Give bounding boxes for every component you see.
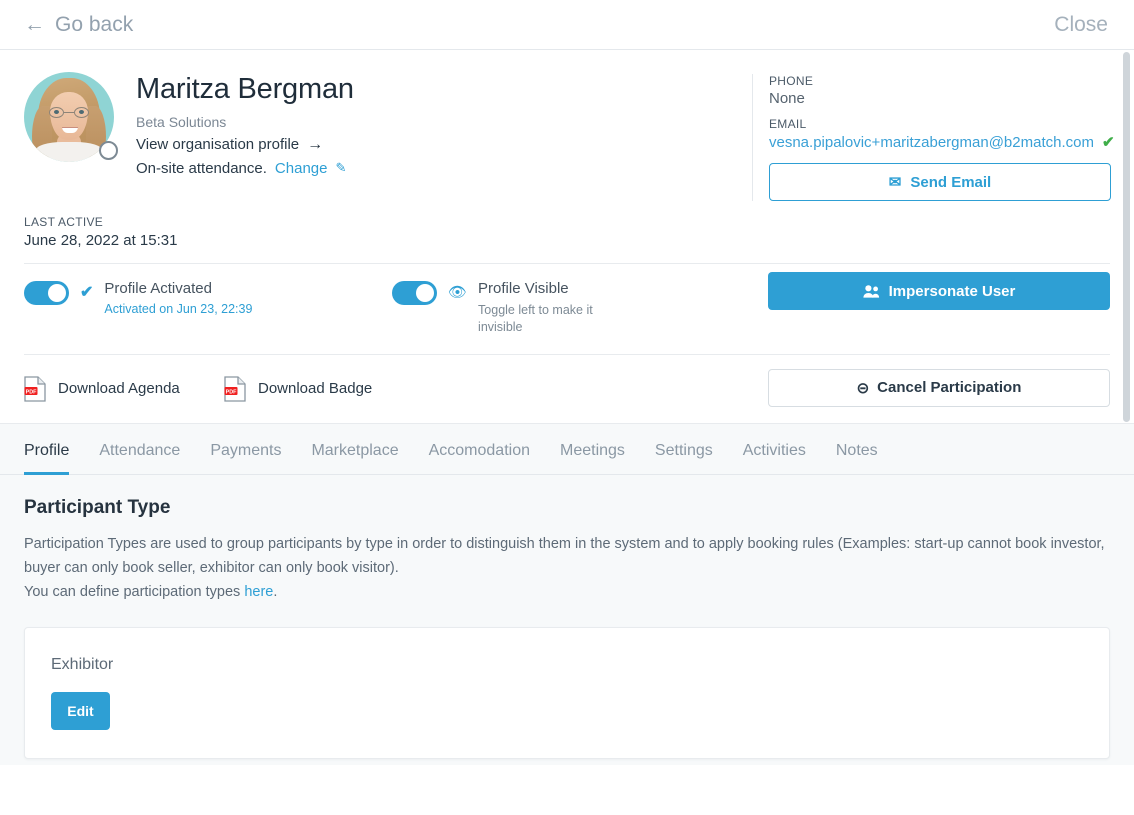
toggles-row: ✔ Profile Activated Activated on Jun 23,… [0,264,1134,354]
email-row: vesna.pipalovic+maritzabergman@b2match.c… [769,133,1115,152]
profile-activated-subtitle: Activated on Jun 23, 22:39 [104,302,253,316]
tab-profile[interactable]: Profile [24,442,70,475]
users-icon [863,284,879,298]
close-button[interactable]: Close [1054,13,1108,37]
profile-activated-group: ✔ Profile Activated Activated on Jun 23,… [24,280,392,316]
change-attendance-link[interactable]: Change [275,160,328,177]
go-back-label: Go back [55,12,134,36]
profile-visible-group: 👁 Profile Visible Toggle left to make it… [392,280,744,336]
envelope-icon: ✉ [888,174,902,191]
last-active-label: LAST ACTIVE [24,215,104,229]
svg-text:PDF: PDF [226,389,237,395]
profile-activated-toggle[interactable] [24,281,69,305]
cancel-participation-label: Cancel Participation [877,379,1022,397]
tab-activities[interactable]: Activities [743,442,806,475]
identity-text: Maritza Bergman Beta Solutions View orga… [136,72,354,181]
check-green-icon: ✔ [1101,134,1115,151]
profile-visible-toggle[interactable] [392,281,437,305]
impersonate-user-button[interactable]: Impersonate User [768,272,1110,310]
avatar-status-badge [99,141,118,160]
profile-visible-subtitle: Toggle left to make it invisible [478,303,593,334]
phone-value: None [769,90,805,107]
organisation-name: Beta Solutions [136,113,227,130]
arrow-right-icon: → [307,135,324,153]
eye-icon: 👁 [448,284,468,301]
identity-left: Maritza Bergman Beta Solutions View orga… [24,72,752,201]
arrow-left-icon: ← [24,13,45,36]
check-icon: ✔ [80,284,94,301]
cancel-participation-button[interactable]: ⊝ Cancel Participation [768,368,1110,407]
attendance-text: On-site attendance. [136,159,267,177]
profile-activated-label: Profile Activated [104,280,212,297]
download-badge-button[interactable]: PDF Download Badge [224,376,372,402]
last-active-section: LAST ACTIVE June 28, 2022 at 15:31 [0,201,1134,263]
view-organisation-profile-link[interactable]: View organisation profile → [136,136,354,154]
identity-section: Maritza Bergman Beta Solutions View orga… [0,50,1134,201]
contact-panel: PHONE None EMAIL vesna.pipalovic+maritza… [752,74,1115,201]
circle-x-icon: ⊝ [856,379,870,397]
downloads-row: PDF Download Agenda PDF Download Badge ⊝… [0,355,1134,423]
participant-name: Maritza Bergman [136,73,354,105]
send-email-label: Send Email [910,173,992,191]
download-badge-label: Download Badge [258,380,373,398]
description-paragraph: Participation Types are used to group pa… [24,535,1105,576]
tab-attendance[interactable]: Attendance [99,442,180,475]
section-description: Participation Types are used to group pa… [24,533,1110,605]
tab-marketplace[interactable]: Marketplace [311,442,398,475]
top-bar: ← Go back Close [0,0,1134,50]
email-value[interactable]: vesna.pipalovic+maritzabergman@b2match.c… [769,134,1094,151]
tab-bar: Profile Attendance Payments Marketplace … [0,442,1134,475]
here-link[interactable]: here [244,584,273,600]
download-agenda-label: Download Agenda [58,380,180,398]
attendance-row: On-site attendance. Change ✎ [136,160,354,177]
tab-meetings[interactable]: Meetings [560,442,625,475]
profile-visible-label: Profile Visible [478,280,569,297]
pencil-icon: ✎ [335,160,347,176]
avatar [24,72,118,162]
last-active-value: June 28, 2022 at 15:31 [24,232,178,249]
view-org-label: View organisation profile [136,136,300,154]
impersonate-user-label: Impersonate User [888,282,1016,300]
tab-settings[interactable]: Settings [655,442,713,475]
page-title: Participant Type [24,496,171,518]
send-email-button[interactable]: ✉ Send Email [769,163,1111,201]
svg-text:PDF: PDF [26,389,37,395]
go-back-button[interactable]: ← Go back [24,13,133,37]
tab-accomodation[interactable]: Accomodation [429,442,530,475]
tab-payments[interactable]: Payments [210,442,281,475]
participant-type-card: Exhibitor Edit [24,626,1110,759]
email-label: EMAIL [769,117,807,131]
edit-button[interactable]: Edit [51,691,110,730]
pdf-file-icon-2: PDF [224,376,246,402]
define-prefix: You can define participation types [24,583,245,600]
vertical-scrollbar[interactable] [1123,52,1130,422]
pdf-file-icon: PDF [24,376,46,402]
tab-notes[interactable]: Notes [836,442,878,475]
participant-type-value: Exhibitor [51,655,114,673]
tab-content-profile: Participant Type Participation Types are… [0,474,1134,765]
define-suffix: . [273,583,278,600]
tabs-section: Profile Attendance Payments Marketplace … [0,422,1134,475]
phone-label: PHONE [769,74,814,88]
participant-detail-page: ← Go back Close Maritza Bergman Beta Sol… [0,0,1134,815]
download-agenda-button[interactable]: PDF Download Agenda [24,376,224,402]
